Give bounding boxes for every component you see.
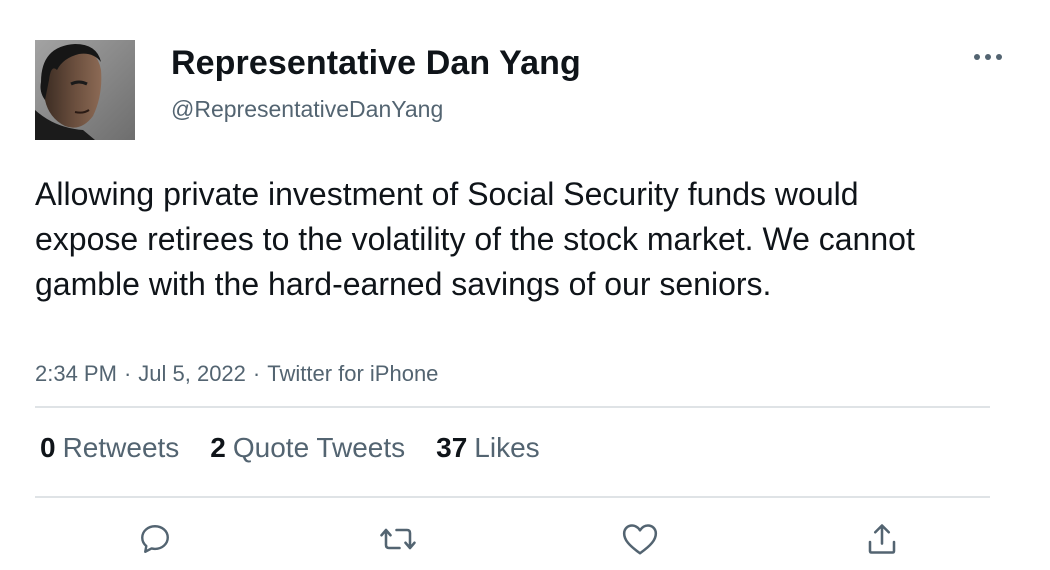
meta-separator: · — [123, 361, 132, 386]
retweet-button[interactable] — [378, 519, 418, 559]
retweets-count: 0 — [40, 432, 56, 463]
tweet-date[interactable]: Jul 5, 2022 — [138, 361, 246, 386]
quote-tweets-count: 2 — [210, 432, 226, 463]
heart-icon — [622, 524, 658, 555]
engagement-stats: 0 Retweets 2 Quote Tweets 37 Likes — [40, 432, 571, 464]
quote-tweets-label: Quote Tweets — [232, 432, 406, 463]
reply-button[interactable] — [135, 519, 175, 559]
avatar[interactable] — [35, 40, 135, 140]
display-name[interactable]: Representative Dan Yang — [171, 44, 581, 83]
tweet-metadata: 2:34 PM · Jul 5, 2022 · Twitter for iPhone — [35, 361, 438, 387]
likes-stat[interactable]: 37 Likes — [436, 432, 540, 464]
retweet-icon — [380, 528, 416, 550]
tweet-text: Allowing private investment of Social Se… — [35, 176, 915, 302]
tweet-source[interactable]: Twitter for iPhone — [267, 361, 438, 386]
user-handle[interactable]: @RepresentativeDanYang — [171, 96, 443, 123]
share-button[interactable] — [862, 519, 902, 559]
share-icon — [868, 524, 896, 554]
quote-tweets-stat[interactable]: 2 Quote Tweets — [210, 432, 405, 464]
more-options-button[interactable] — [970, 44, 1006, 70]
likes-count: 37 — [436, 432, 468, 463]
avatar-image — [35, 40, 135, 140]
likes-label: Likes — [474, 432, 540, 463]
retweets-label: Retweets — [62, 432, 180, 463]
reply-icon — [141, 525, 169, 553]
like-button[interactable] — [620, 519, 660, 559]
divider — [35, 496, 990, 498]
tweet-time[interactable]: 2:34 PM — [35, 361, 117, 386]
meta-separator: · — [252, 361, 261, 386]
more-horizontal-icon — [974, 54, 1002, 60]
retweets-stat[interactable]: 0 Retweets — [40, 432, 179, 464]
tweet-detail: Representative Dan Yang @RepresentativeD… — [0, 0, 1050, 570]
divider — [35, 406, 990, 408]
